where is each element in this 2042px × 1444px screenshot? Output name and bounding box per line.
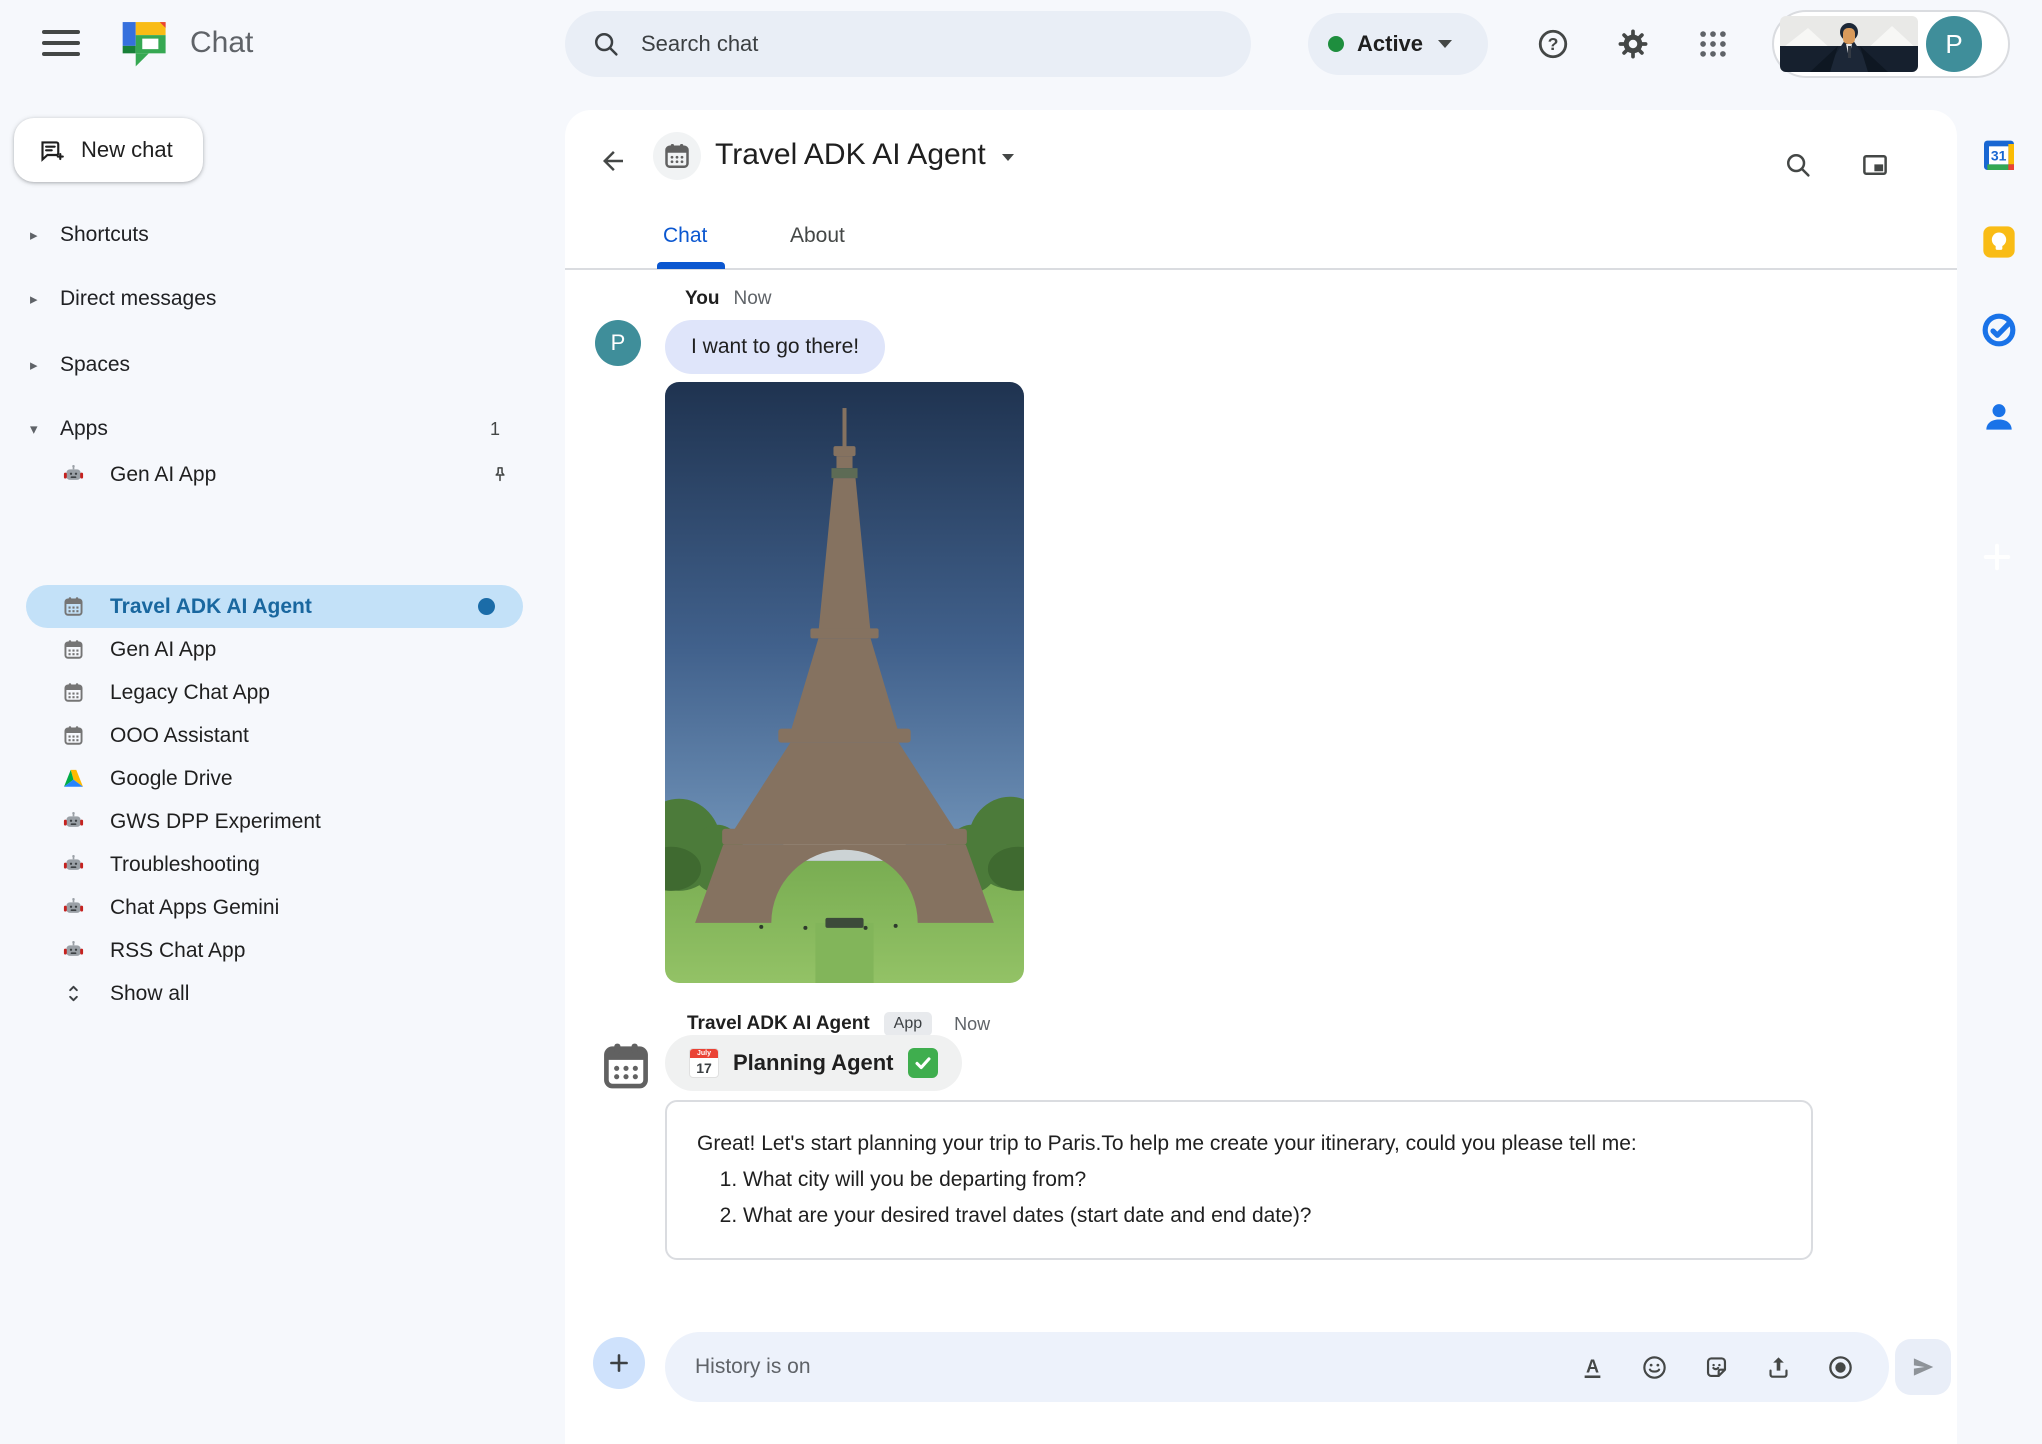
sidebar-item-travel-adk-ai-agent[interactable]: Travel ADK AI Agent — [26, 585, 523, 628]
sidebar-item-ooo-assistant[interactable]: OOO Assistant — [0, 714, 545, 757]
robot-icon — [62, 939, 85, 962]
status-selector[interactable]: Active — [1308, 13, 1488, 75]
robot-icon — [62, 896, 85, 919]
expand-right-icon: ▸ — [30, 290, 44, 308]
add-panel-app-icon[interactable] — [1979, 539, 2015, 575]
sidebar-item-gws-dpp-experiment[interactable]: GWS DPP Experiment — [0, 800, 545, 843]
google-apps-grid-icon[interactable] — [1696, 27, 1730, 61]
emoji-icon[interactable] — [1640, 1353, 1669, 1382]
pin-icon — [489, 464, 511, 486]
sidebar-item-rss-chat-app[interactable]: RSS Chat App — [0, 929, 545, 972]
google-contacts-icon[interactable] — [1979, 397, 2019, 437]
sidebar-item-google-drive[interactable]: Google Drive — [0, 757, 545, 800]
text-format-icon[interactable]: A — [1578, 1353, 1607, 1382]
search-input[interactable] — [641, 31, 1181, 57]
side-panel-rail: 31 — [1957, 88, 2042, 1444]
conversation-tabs: Chat About — [565, 218, 1957, 270]
profile-illustration — [1780, 16, 1918, 72]
conversation-title[interactable]: Travel ADK AI Agent — [715, 138, 1014, 172]
conversation-panel: Travel ADK AI Agent Chat About YouNow P … — [565, 110, 1957, 1444]
chevron-down-icon — [1002, 154, 1014, 161]
calendar-icon — [62, 724, 85, 747]
sticker-gif-icon[interactable] — [1702, 1353, 1731, 1382]
search-bar[interactable] — [565, 11, 1251, 77]
sidebar-item-gen-ai-app[interactable]: Gen AI App — [0, 453, 545, 496]
search-in-conversation-icon[interactable] — [1783, 150, 1813, 180]
active-status-dot-icon — [1328, 36, 1344, 52]
agent-card-header: July17 Planning Agent — [665, 1035, 962, 1091]
calendar-icon — [62, 681, 85, 704]
agent-question: What are your desired travel dates (star… — [743, 1198, 1781, 1234]
sidebar: New chat ▸ Shortcuts ▸ Direct messages ▸… — [0, 88, 565, 1444]
message-compose-bar[interactable]: A — [665, 1332, 1889, 1402]
robot-icon — [62, 810, 85, 833]
tab-about[interactable]: About — [790, 224, 845, 248]
record-video-message-icon[interactable] — [1826, 1353, 1855, 1382]
apps-count-badge: 1 — [490, 419, 500, 440]
unread-dot — [478, 598, 495, 615]
agent-calendar-avatar-icon — [598, 1038, 654, 1094]
tab-chat[interactable]: Chat — [663, 224, 707, 248]
send-message-button[interactable] — [1895, 1339, 1951, 1395]
user-avatar: P — [595, 320, 641, 366]
robot-icon — [62, 463, 85, 486]
app-title: Chat — [190, 26, 253, 60]
app-badge: App — [884, 1012, 932, 1036]
sidebar-item-gen-ai-app-2[interactable]: Gen AI App — [0, 628, 545, 671]
google-chat-logo-icon — [118, 16, 174, 72]
message-meta: YouNow — [685, 288, 772, 310]
expand-right-icon: ▸ — [30, 356, 44, 374]
help-icon[interactable]: ? — [1536, 27, 1570, 61]
google-tasks-icon[interactable] — [1979, 310, 2019, 350]
white-check-mark-emoji-icon — [908, 1048, 938, 1078]
agent-avatar — [653, 132, 701, 180]
sidebar-section-spaces[interactable]: ▸ Spaces — [30, 350, 130, 380]
account-switcher[interactable]: P — [1772, 10, 2010, 78]
svg-text:?: ? — [1548, 34, 1559, 54]
chevron-down-icon — [1438, 40, 1452, 48]
new-chat-button[interactable]: New chat — [14, 118, 203, 182]
calendar-icon — [62, 638, 85, 661]
settings-gear-icon[interactable] — [1616, 27, 1650, 61]
unfold-more-icon — [62, 982, 85, 1005]
sidebar-item-chat-apps-gemini[interactable]: Chat Apps Gemini — [0, 886, 545, 929]
calendar-july-17-emoji-icon: July17 — [689, 1048, 719, 1078]
agent-message-card: Great! Let's start planning your trip to… — [665, 1100, 1813, 1260]
sidebar-item-legacy-chat-app[interactable]: Legacy Chat App — [0, 671, 545, 714]
google-drive-icon — [62, 767, 85, 790]
google-calendar-icon[interactable]: 31 — [1979, 135, 2019, 175]
svg-text:31: 31 — [1991, 147, 2007, 163]
sidebar-section-shortcuts[interactable]: ▸ Shortcuts — [30, 220, 149, 250]
new-chat-icon — [38, 137, 65, 164]
sidebar-section-apps[interactable]: ▾ Apps — [30, 414, 108, 444]
expand-right-icon: ▸ — [30, 226, 44, 244]
svg-text:A: A — [1586, 1356, 1599, 1376]
search-icon — [591, 29, 621, 59]
user-message-bubble: I want to go there! — [665, 320, 885, 374]
add-attachment-button[interactable] — [593, 1337, 645, 1389]
main-menu-icon[interactable] — [42, 30, 80, 58]
eiffel-tower-image[interactable] — [665, 382, 1024, 983]
avatar: P — [1926, 16, 1982, 72]
top-bar: Chat Active ? — [0, 0, 2042, 88]
open-in-split-pane-icon[interactable] — [1860, 150, 1890, 180]
back-arrow-icon[interactable] — [598, 146, 628, 176]
message-meta: Travel ADK AI Agent App Now — [687, 1012, 990, 1036]
robot-icon — [62, 853, 85, 876]
agent-question-list: What city will you be departing from? Wh… — [719, 1162, 1781, 1234]
sidebar-section-direct-messages[interactable]: ▸ Direct messages — [30, 284, 216, 314]
sidebar-item-troubleshooting[interactable]: Troubleshooting — [0, 843, 545, 886]
message-input[interactable] — [695, 1355, 1578, 1379]
google-keep-icon[interactable] — [1979, 222, 2019, 262]
agent-message-intro: Great! Let's start planning your trip to… — [697, 1126, 1781, 1162]
expand-down-icon: ▾ — [30, 420, 44, 438]
calendar-icon — [62, 595, 85, 618]
active-tab-underline — [657, 262, 725, 269]
upload-file-icon[interactable] — [1764, 1353, 1793, 1382]
sidebar-show-all[interactable]: Show all — [0, 972, 545, 1015]
agent-question: What city will you be departing from? — [743, 1162, 1781, 1198]
